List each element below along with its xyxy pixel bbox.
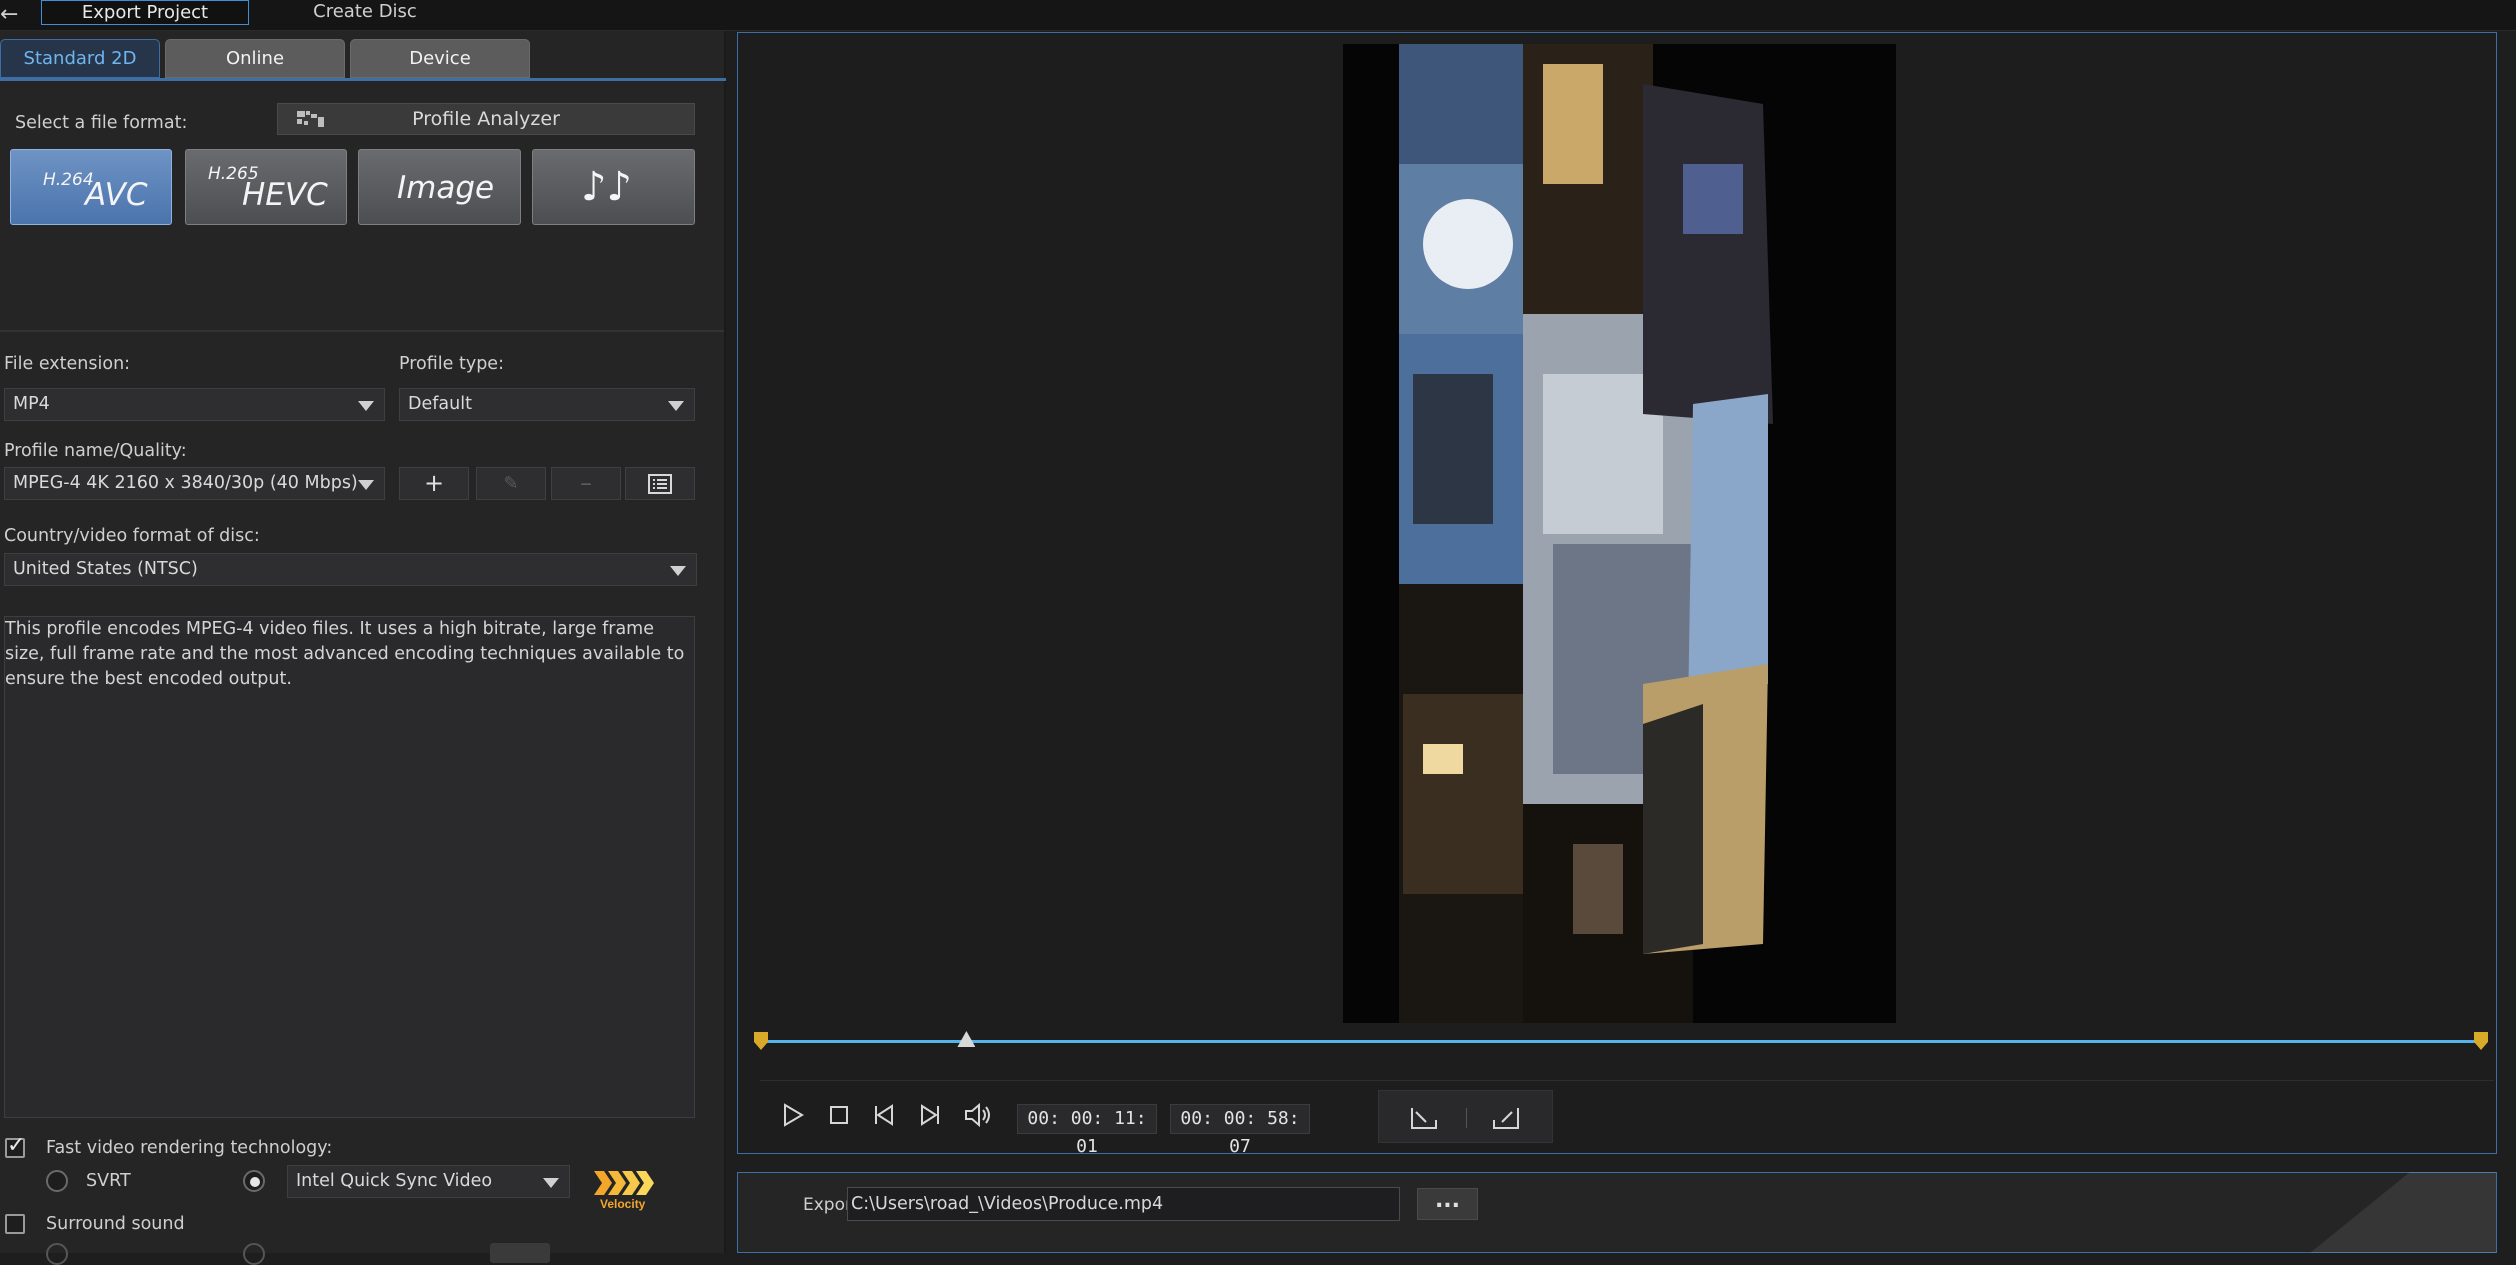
background-decoration: [2310, 1172, 2496, 1253]
add-profile-button[interactable]: +: [399, 467, 469, 500]
fast-rendering-label: Fast video rendering technology:: [46, 1138, 333, 1158]
play-button[interactable]: [778, 1102, 808, 1132]
music-notes-icon: ♪♪: [581, 164, 633, 210]
audio-option-radio[interactable]: [46, 1243, 68, 1265]
next-frame-icon: [921, 1104, 939, 1126]
list-icon: [648, 474, 672, 494]
profile-list-button[interactable]: [625, 467, 695, 500]
chevron-down-icon: [668, 401, 684, 411]
chevron-down-icon: [543, 1178, 559, 1188]
mark-separator: [1466, 1108, 1467, 1128]
file-extension-value: MP4: [13, 394, 50, 414]
tab-underline: [0, 78, 726, 81]
profile-description-box: This profile encodes MPEG-4 video files.…: [4, 616, 695, 1118]
next-frame-button[interactable]: [914, 1102, 944, 1132]
previous-frame-button[interactable]: [870, 1102, 900, 1132]
svrt-label: SVRT: [86, 1171, 131, 1191]
hevc-label: HEVC: [242, 177, 328, 213]
profile-quality-value: MPEG-4 4K 2160 x 3840/30p (40 Mbps): [13, 473, 358, 493]
profile-type-dropdown[interactable]: Default: [399, 388, 695, 421]
hardware-encoder-value: Intel Quick Sync Video: [296, 1171, 493, 1191]
chevron-down-icon: [358, 401, 374, 411]
pencil-icon: ✎: [503, 473, 519, 494]
svrt-radio[interactable]: [46, 1170, 68, 1192]
remove-profile-button[interactable]: –: [551, 467, 621, 500]
format-image-button[interactable]: Image: [358, 149, 521, 225]
country-format-label: Country/video format of disc:: [4, 526, 260, 546]
tab-online[interactable]: Online: [165, 39, 345, 78]
mark-out-icon: [1493, 1108, 1519, 1129]
country-format-value: United States (NTSC): [13, 559, 198, 579]
profile-name-label: Profile name/Quality:: [4, 441, 187, 461]
mark-in-button[interactable]: [1408, 1104, 1440, 1132]
export-path-input[interactable]: C:\Users\road_\Videos\Produce.mp4: [847, 1187, 1400, 1221]
file-extension-dropdown[interactable]: MP4: [4, 388, 385, 421]
hardware-encoder-dropdown[interactable]: Intel Quick Sync Video: [287, 1165, 570, 1198]
plus-icon: +: [423, 469, 445, 497]
format-hevc-button[interactable]: H.265 HEVC: [185, 149, 347, 225]
audio-option-radio[interactable]: [243, 1243, 265, 1265]
stop-button[interactable]: [824, 1102, 854, 1132]
previous-frame-icon: [875, 1104, 893, 1126]
video-frame-image: [1343, 44, 1896, 1023]
avc-label: AVC: [85, 177, 148, 213]
total-duration-timecode: 00: 00: 58: 07: [1170, 1104, 1310, 1157]
checkmark-icon: ✓: [7, 1133, 26, 1158]
profile-type-value: Default: [408, 394, 472, 414]
velocity-logo-text: Velocity: [600, 1197, 646, 1211]
surround-sound-checkbox[interactable]: [5, 1214, 25, 1234]
format-avc-button[interactable]: H.264 AVC: [10, 149, 172, 225]
tab-device[interactable]: Device: [350, 39, 530, 78]
profile-analyzer-button[interactable]: Profile Analyzer: [277, 103, 695, 135]
radio-selected-dot: [250, 1177, 260, 1187]
section-divider: [0, 330, 724, 332]
edit-profile-button[interactable]: ✎: [476, 467, 546, 500]
mark-out-button[interactable]: [1490, 1104, 1522, 1132]
minus-icon: –: [580, 469, 592, 497]
file-format-label: Select a file format:: [15, 113, 188, 133]
profile-description-text: This profile encodes MPEG-4 video files.…: [5, 619, 685, 689]
speaker-icon: [965, 1102, 990, 1128]
tab-standard-2d[interactable]: Standard 2D: [0, 39, 160, 78]
velocity-logo: Velocity: [594, 1171, 654, 1211]
timeline-track[interactable]: [760, 1040, 2480, 1043]
chevron-down-icon: [670, 566, 686, 576]
chevron-down-icon: [358, 480, 374, 490]
play-icon: [784, 1103, 804, 1127]
tab-create-disc[interactable]: Create Disc: [280, 0, 450, 25]
stop-icon: [830, 1106, 848, 1124]
tab-export-project[interactable]: Export Project: [41, 0, 249, 25]
current-timecode[interactable]: 00: 00: 11: 01: [1017, 1104, 1157, 1157]
browse-button[interactable]: ...: [1417, 1188, 1478, 1220]
image-label: Image: [397, 170, 495, 206]
profile-analyzer-icon: [297, 111, 324, 127]
file-extension-label: File extension:: [4, 354, 131, 374]
back-arrow-icon[interactable]: ←: [0, 4, 18, 26]
audio-settings-button[interactable]: [490, 1243, 550, 1263]
mark-in-icon: [1411, 1108, 1437, 1129]
profile-type-label: Profile type:: [399, 354, 504, 374]
profile-quality-dropdown[interactable]: MPEG-4 4K 2160 x 3840/30p (40 Mbps): [4, 467, 385, 500]
format-audio-button[interactable]: ♪♪: [532, 149, 695, 225]
video-preview[interactable]: [1343, 44, 1896, 1023]
surround-sound-label: Surround sound: [46, 1214, 185, 1234]
country-format-dropdown[interactable]: United States (NTSC): [4, 553, 697, 586]
volume-button[interactable]: [963, 1102, 993, 1132]
